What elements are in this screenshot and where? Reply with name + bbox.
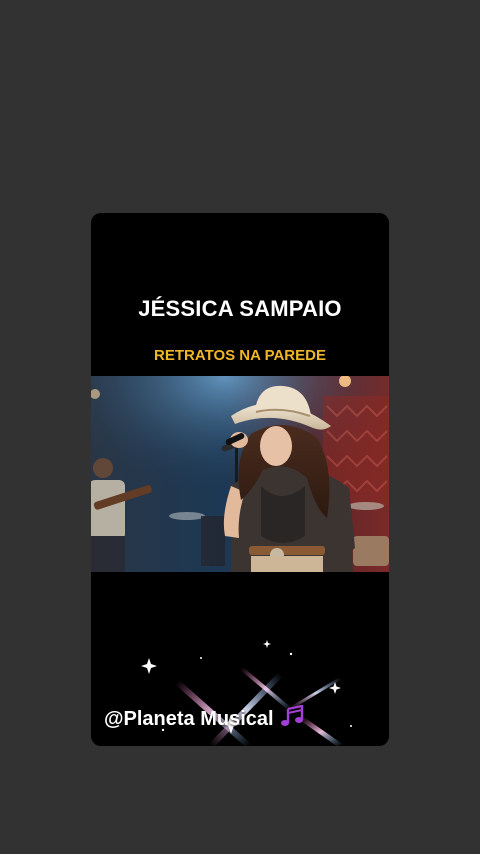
music-notes-icon xyxy=(280,704,308,733)
handle-text: @Planeta Musical xyxy=(104,708,274,730)
video-card[interactable]: JÉSSICA SAMPAIO RETRATOS NA PAREDE @Plan… xyxy=(91,213,389,746)
song-title: RETRATOS NA PAREDE xyxy=(154,347,326,364)
account-handle[interactable]: @Planeta Musical xyxy=(104,704,308,733)
performance-photo xyxy=(91,376,389,572)
story-screen: JÉSSICA SAMPAIO RETRATOS NA PAREDE @Plan… xyxy=(0,0,480,854)
artist-title: JÉSSICA SAMPAIO xyxy=(138,296,342,321)
